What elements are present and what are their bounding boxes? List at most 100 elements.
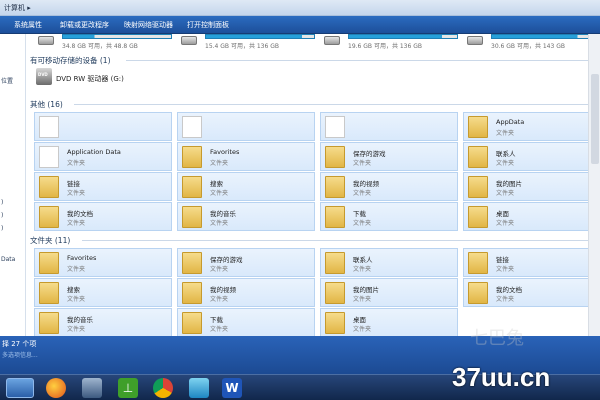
file-item[interactable]	[320, 112, 458, 141]
drive-item[interactable]: 30.6 GB 可用，共 143 GB	[467, 34, 600, 52]
file-item[interactable]: 我的音乐 文件夹	[177, 202, 315, 231]
item-name: 桌面	[353, 316, 366, 324]
file-item[interactable]: 我的图片 文件夹	[463, 172, 600, 201]
file-icon	[325, 116, 345, 138]
item-name: 联系人	[496, 150, 516, 158]
file-item[interactable]: 我的文档 文件夹	[463, 278, 600, 307]
group-header-folders[interactable]: 文件夹 (11)	[30, 235, 70, 246]
map-network-drive-button[interactable]: 映射网络驱动器	[124, 20, 173, 30]
file-item[interactable]: 保存的游戏 文件夹	[177, 248, 315, 277]
file-item[interactable]: 我的图片 文件夹	[320, 278, 458, 307]
folder-icon	[39, 282, 59, 304]
item-type: 文件夹	[496, 296, 515, 303]
file-item[interactable]: Favorites 文件夹	[34, 248, 172, 277]
file-list: 34.8 GB 可用，共 48.8 GB 15.4 GB 可用，共 136 GB…	[26, 34, 600, 336]
monitor-taskbar-icon[interactable]	[82, 378, 102, 398]
dvd-drive-label[interactable]: DVD RW 驱动器 (G:)	[56, 74, 124, 84]
item-type: 文件夹	[67, 190, 86, 197]
file-item[interactable]: 链接 文件夹	[463, 248, 600, 277]
shield-taskbar-icon[interactable]	[189, 378, 209, 398]
folder-icon	[39, 312, 59, 334]
item-name: 下载	[210, 316, 223, 324]
file-item[interactable]: 联系人 文件夹	[320, 248, 458, 277]
file-item[interactable]: 我的音乐 文件夹	[34, 308, 172, 336]
file-item[interactable]: 桌面 文件夹	[320, 308, 458, 336]
item-type: 文件夹	[353, 326, 372, 333]
item-name: 我的文档	[496, 286, 522, 294]
vertical-scrollbar[interactable]	[588, 34, 600, 336]
chrome-taskbar-icon[interactable]	[153, 378, 173, 398]
folder-icon	[325, 312, 345, 334]
scrollbar-thumb[interactable]	[591, 74, 599, 164]
explorer-taskbar-icon[interactable]	[6, 378, 34, 398]
nav-item[interactable]: 位置	[1, 76, 13, 85]
file-item[interactable]: 链接 文件夹	[34, 172, 172, 201]
system-properties-button[interactable]: 系统属性	[14, 20, 42, 30]
file-item[interactable]: 联系人 文件夹	[463, 142, 600, 171]
wps-taskbar-icon[interactable]: W	[222, 378, 242, 398]
group-divider	[126, 60, 588, 61]
nav-item[interactable]: )	[1, 225, 3, 232]
drive-usage-bar	[205, 34, 315, 39]
drive-item[interactable]: 15.4 GB 可用，共 136 GB	[181, 34, 321, 52]
hard-drive-icon	[324, 36, 340, 45]
folder-icon	[182, 146, 202, 168]
title-bar: 计算机 ▸	[0, 0, 600, 16]
item-name: 我的文档	[67, 210, 93, 218]
file-item[interactable]: Application Data 文件夹	[34, 142, 172, 171]
file-item[interactable]: 我的视频 文件夹	[320, 172, 458, 201]
group-header-other[interactable]: 其他 (16)	[30, 99, 63, 110]
item-type: 文件夹	[496, 160, 515, 167]
firefox-taskbar-icon[interactable]	[46, 378, 66, 398]
drive-info: 34.8 GB 可用，共 48.8 GB	[62, 43, 138, 50]
breadcrumb[interactable]: 计算机 ▸	[4, 3, 31, 13]
file-item[interactable]: 保存的游戏 文件夹	[320, 142, 458, 171]
file-item[interactable]	[177, 112, 315, 141]
file-item[interactable]: 桌面 文件夹	[463, 202, 600, 231]
item-name: 搜索	[210, 180, 223, 188]
item-type: 文件夹	[67, 266, 86, 273]
folder-icon	[325, 282, 345, 304]
drive-item[interactable]: 34.8 GB 可用，共 48.8 GB	[38, 34, 178, 52]
selection-info: 多选项信息...	[2, 352, 38, 359]
item-type: 文件夹	[210, 266, 229, 273]
folder-icon	[182, 252, 202, 274]
drive-item[interactable]: 19.6 GB 可用，共 136 GB	[324, 34, 464, 52]
item-name: 保存的游戏	[353, 150, 386, 158]
file-item[interactable]: 搜索 文件夹	[34, 278, 172, 307]
item-name: Application Data	[67, 148, 121, 156]
utorrent-taskbar-icon[interactable]: ⊥	[118, 378, 138, 398]
file-item[interactable]: 我的视频 文件夹	[177, 278, 315, 307]
group-divider	[74, 104, 588, 105]
file-icon	[39, 146, 59, 168]
file-item[interactable]: 我的文档 文件夹	[34, 202, 172, 231]
item-type: 文件夹	[496, 220, 515, 227]
nav-item[interactable]: Data	[1, 256, 15, 263]
file-item[interactable]	[34, 112, 172, 141]
item-type: 文件夹	[210, 326, 229, 333]
item-name: 我的视频	[210, 286, 236, 294]
item-name: 桌面	[496, 210, 509, 218]
item-name: Favorites	[67, 254, 97, 262]
uninstall-program-button[interactable]: 卸载或更改程序	[60, 20, 109, 30]
open-control-panel-button[interactable]: 打开控制面板	[187, 20, 229, 30]
file-item[interactable]: AppData 文件夹	[463, 112, 600, 141]
item-type: 文件夹	[496, 130, 515, 137]
hard-drive-icon	[38, 36, 54, 45]
file-item[interactable]: Favorites 文件夹	[177, 142, 315, 171]
folder-icon	[325, 252, 345, 274]
nav-item[interactable]: )	[1, 212, 3, 219]
file-item[interactable]: 下载 文件夹	[320, 202, 458, 231]
group-header-removable[interactable]: 有可移动存储的设备 (1)	[30, 55, 111, 66]
item-name: AppData	[496, 118, 525, 126]
folder-icon	[468, 206, 488, 228]
group-divider	[82, 240, 588, 241]
folder-icon	[182, 282, 202, 304]
folder-icon	[39, 176, 59, 198]
item-type: 文件夹	[353, 160, 372, 167]
file-item[interactable]: 搜索 文件夹	[177, 172, 315, 201]
hard-drive-icon	[467, 36, 483, 45]
file-item[interactable]: 下载 文件夹	[177, 308, 315, 336]
nav-item[interactable]: )	[1, 199, 3, 206]
folder-icon	[468, 252, 488, 274]
